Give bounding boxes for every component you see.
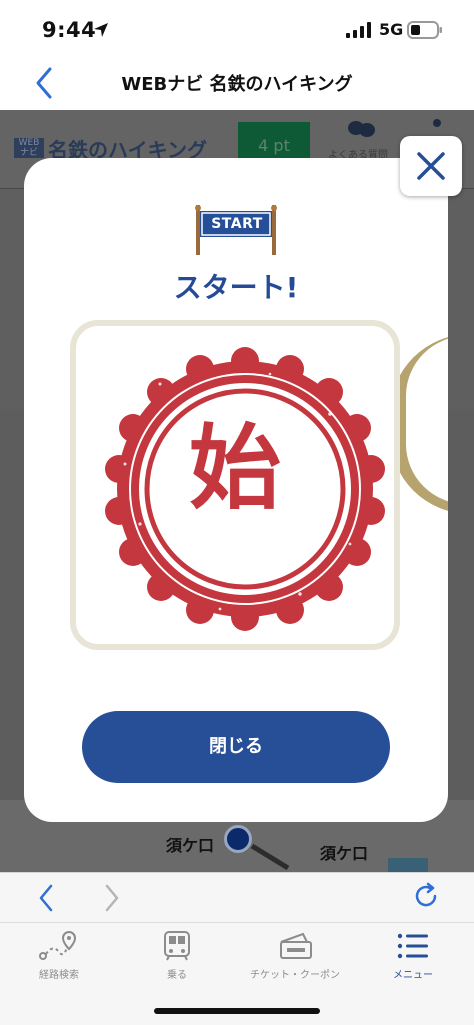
close-x-button[interactable] xyxy=(400,136,462,196)
map-road-icon xyxy=(250,843,290,871)
map-label-station: 須ケ口 xyxy=(166,836,215,855)
start-banner-text: START xyxy=(211,216,263,232)
cellular-signal-icon xyxy=(346,22,371,38)
tab-ride[interactable]: 乗る xyxy=(118,930,236,990)
browser-forward-icon[interactable] xyxy=(104,884,120,912)
reload-icon[interactable] xyxy=(412,882,440,910)
ticket-icon xyxy=(280,932,312,959)
network-type: 5G xyxy=(379,20,404,39)
tab-menu[interactable]: メニュー xyxy=(354,930,472,990)
battery-icon xyxy=(407,21,442,39)
tab-label-menu: メニュー xyxy=(393,970,433,981)
browser-back-icon[interactable] xyxy=(38,884,54,912)
map-location-pin xyxy=(224,825,252,853)
home-indicator xyxy=(154,1008,320,1014)
page-title: WEBナビ 名鉄のハイキング xyxy=(121,74,353,95)
web-logo-box: WEB ナビ xyxy=(14,138,44,158)
chat-bubbles-icon xyxy=(348,121,375,137)
location-arrow-icon xyxy=(94,23,108,37)
tab-label-ticket-coupon: チケット・クーポン xyxy=(250,970,340,981)
stamp-modal: START スタート! 始 閉じる xyxy=(24,158,448,822)
tab-label-ride: 乗る xyxy=(167,970,187,981)
map-route-segment xyxy=(388,858,428,872)
stamp-character: 始 xyxy=(188,415,281,522)
bus-icon xyxy=(164,931,190,961)
tab-ticket-coupon[interactable]: チケット・クーポン xyxy=(236,930,354,990)
menu-icon xyxy=(397,933,428,959)
status-time: 9:44 xyxy=(42,18,97,42)
close-modal-button[interactable]: 閉じる xyxy=(82,711,390,783)
tab-label-route-search: 経路検索 xyxy=(39,970,79,981)
modal-title: スタート! xyxy=(173,271,299,304)
map-label-station-2: 須ケ口 xyxy=(320,844,369,863)
close-icon xyxy=(417,152,445,180)
route-search-icon xyxy=(39,930,77,960)
browser-toolbar xyxy=(0,872,474,923)
tab-route-search[interactable]: 経路検索 xyxy=(0,930,118,990)
